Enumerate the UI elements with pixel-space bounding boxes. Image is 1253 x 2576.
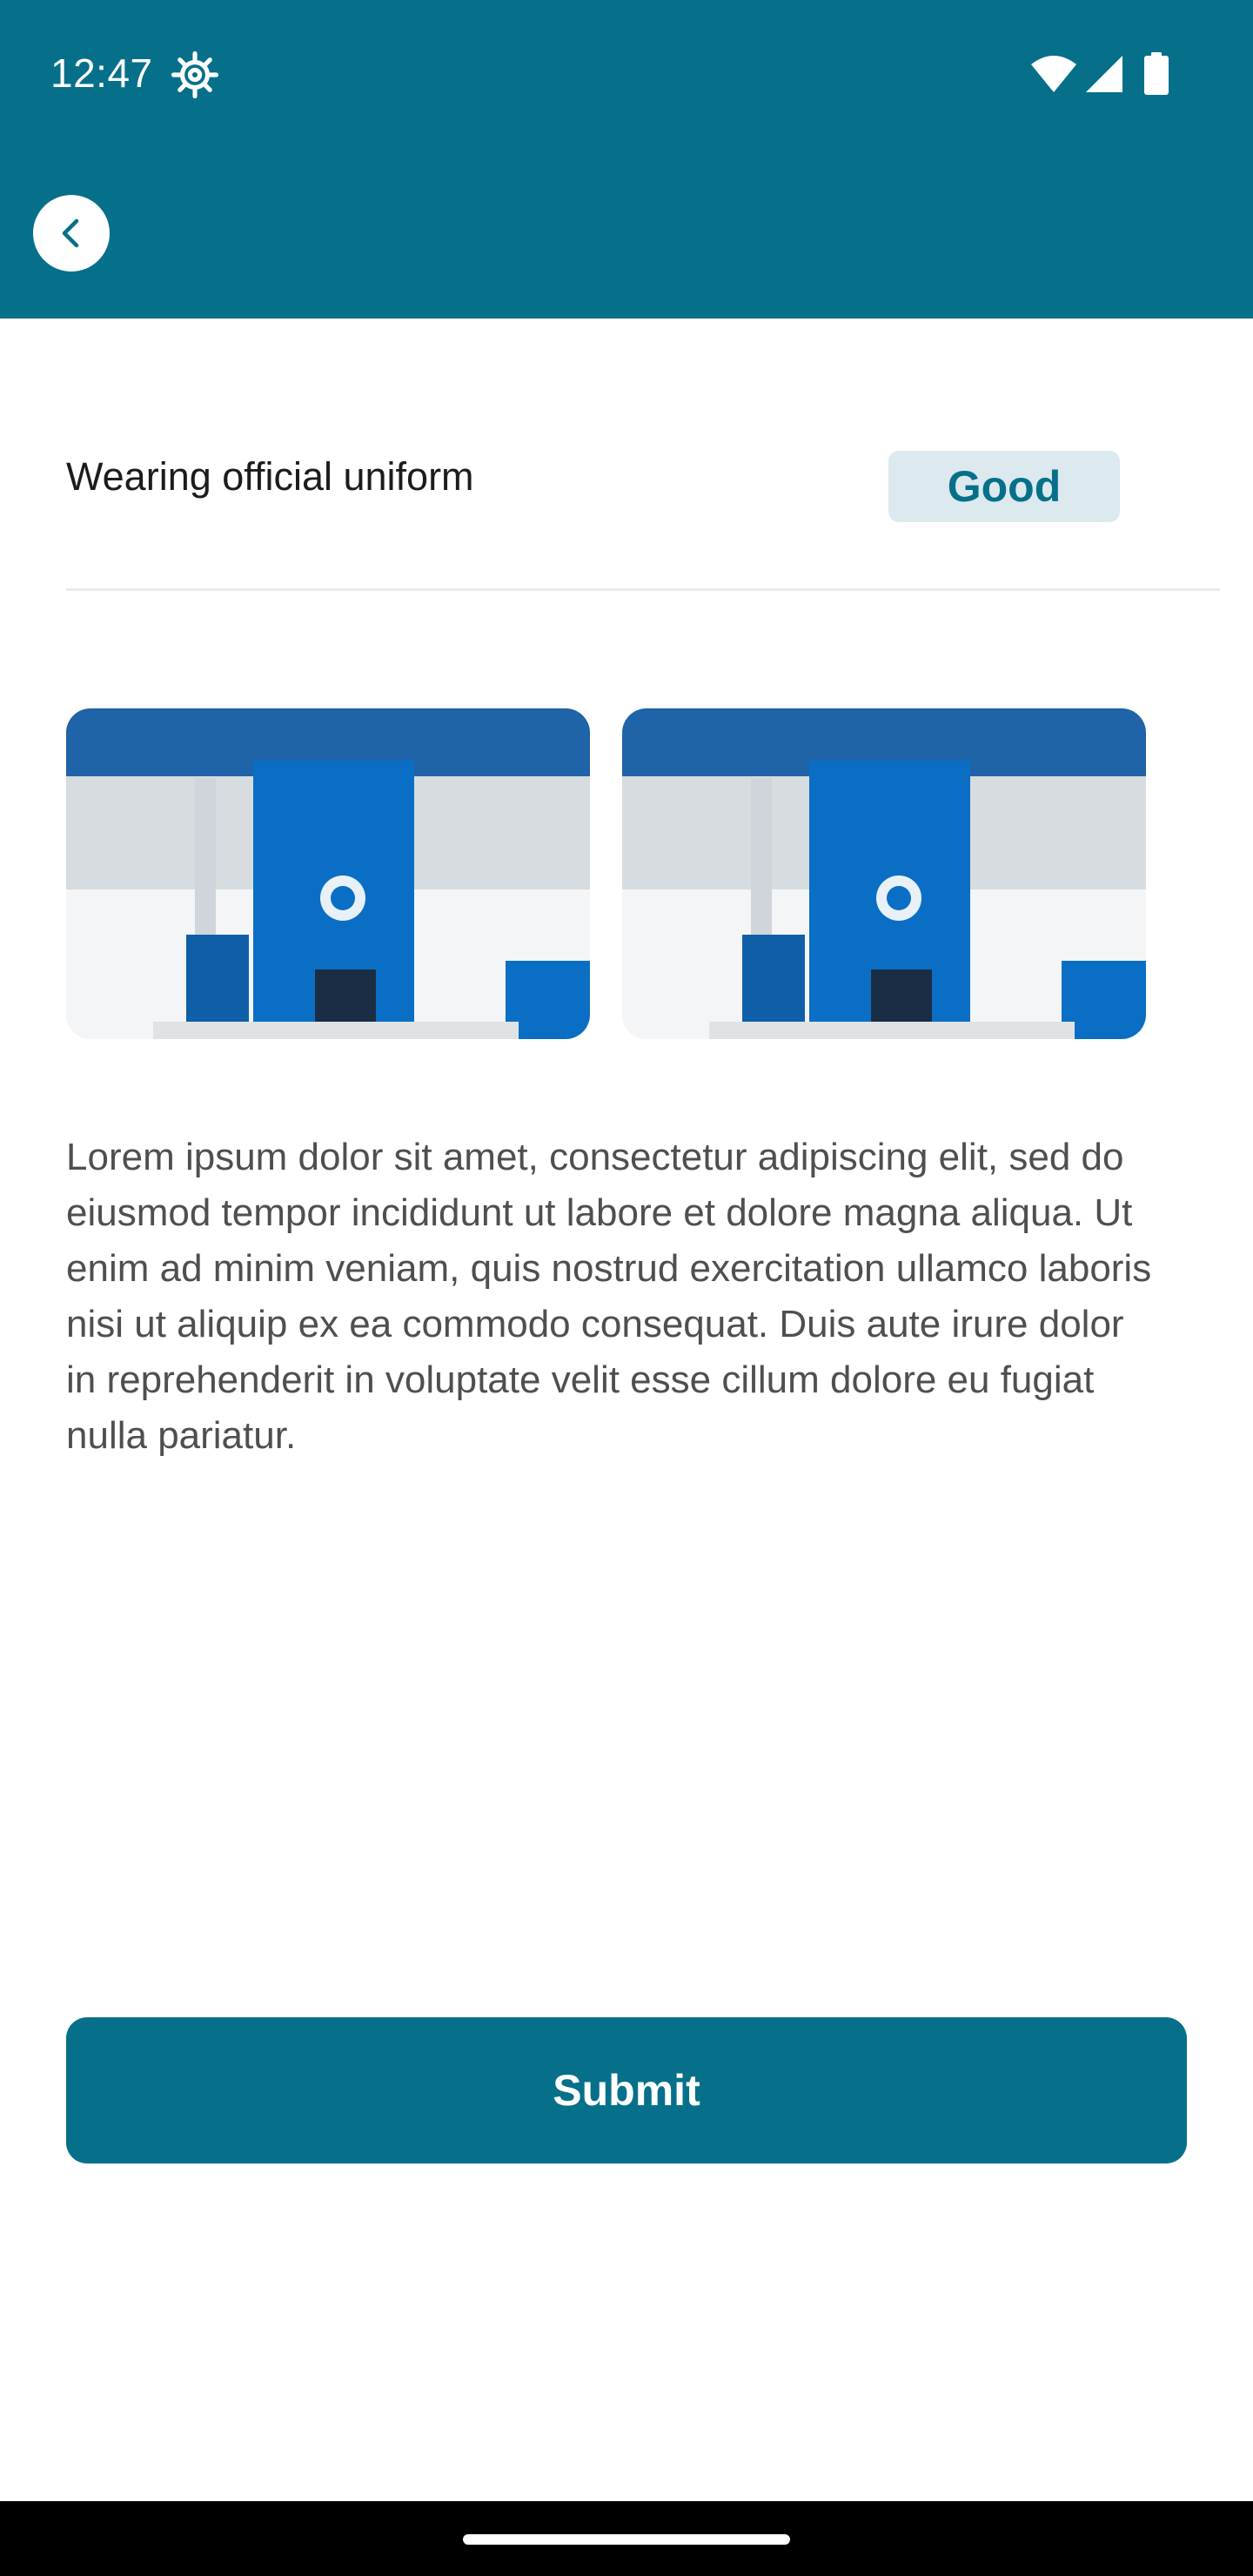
chevron-left-icon: [62, 218, 79, 248]
status-bar: 12:47: [0, 0, 1253, 148]
photo-thumbnail[interactable]: [622, 708, 1146, 1039]
submit-button[interactable]: Submit: [66, 2017, 1187, 2163]
status-time: 12:47: [50, 50, 153, 96]
item-label: Wearing official uniform: [66, 454, 474, 499]
back-button[interactable]: [33, 195, 110, 272]
wifi-icon: [1030, 54, 1077, 94]
description-text: Lorem ipsum dolor sit amet, consectetur …: [66, 1136, 1152, 1457]
fuel-station-photo: [622, 708, 1146, 1039]
fuel-station-photo: [66, 708, 590, 1039]
home-handle[interactable]: [463, 2534, 790, 2545]
system-nav-bar: [0, 2501, 1253, 2576]
photo-thumbnail[interactable]: [66, 708, 590, 1039]
battery-icon: [1143, 52, 1169, 96]
signal-icon: [1084, 54, 1124, 94]
app-bar: 12:47: [0, 0, 1253, 319]
gear-icon: [171, 50, 219, 99]
status-badge: Good: [888, 451, 1120, 522]
checklist-item: Wearing official uniform Good: [66, 418, 1220, 590]
divider: [66, 588, 1220, 591]
